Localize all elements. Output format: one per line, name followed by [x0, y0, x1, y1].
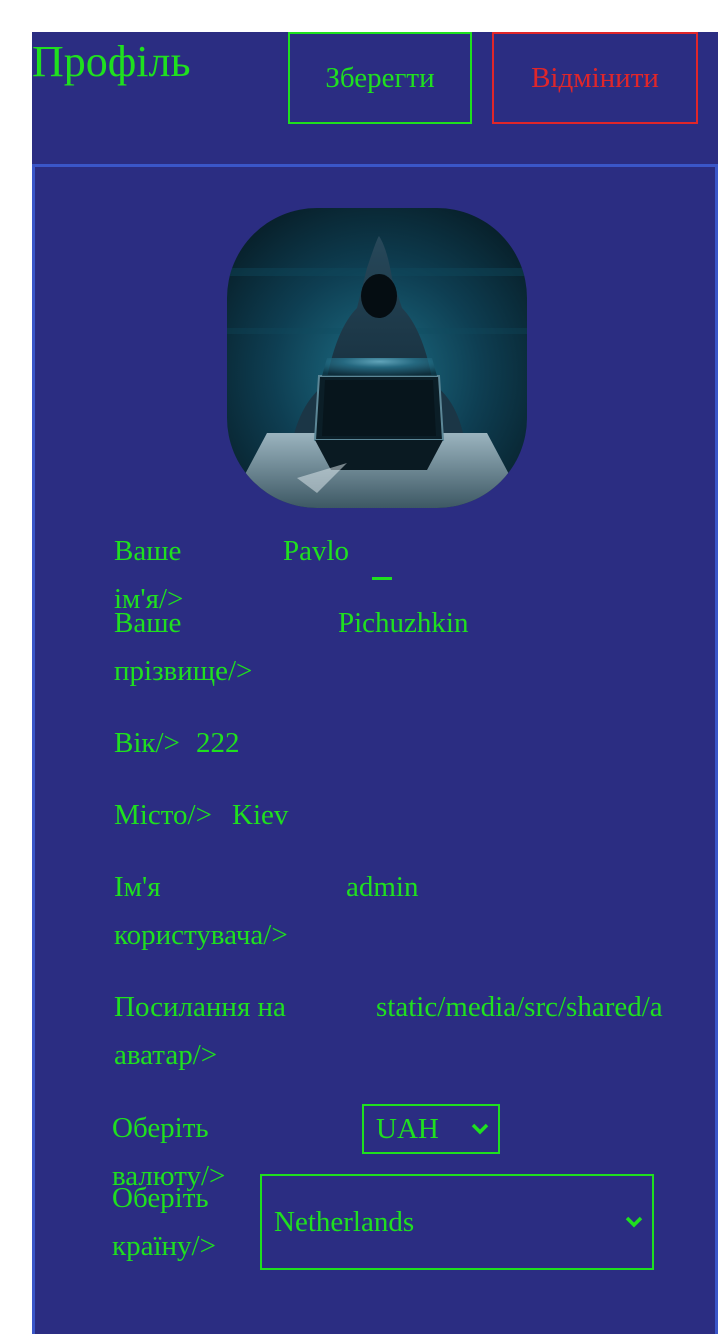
currency-value: UAH: [376, 1112, 439, 1145]
username-field[interactable]: admin: [346, 863, 419, 911]
text-cursor: [372, 577, 392, 580]
profile-header: Профіль Зберегти Відмінити: [32, 32, 718, 164]
cancel-button[interactable]: Відмінити: [492, 32, 698, 124]
first-name-field[interactable]: Pavlo: [283, 527, 349, 575]
age-label: Вік/>: [114, 727, 180, 759]
chevron-down-icon: [471, 1123, 489, 1135]
last-name-field[interactable]: Pichuzhkin: [338, 599, 469, 647]
country-label-line1: Оберіть: [112, 1182, 209, 1214]
profile-card: Ваше ім'я/> Pavlo Ваше прізвище/> Pichuz…: [32, 164, 718, 1334]
username-label-line1: Ім'я: [114, 871, 161, 903]
age-field[interactable]: 222: [196, 719, 240, 767]
country-label-line2: країну/>: [112, 1230, 216, 1262]
country-select[interactable]: Netherlands: [260, 1174, 654, 1270]
save-button[interactable]: Зберегти: [288, 32, 472, 124]
city-label: Місто/>: [114, 799, 212, 831]
chevron-down-icon: [625, 1216, 643, 1228]
last-name-label-line1: Ваше: [114, 607, 182, 639]
username-label-line2: користувача/>: [114, 919, 288, 951]
avatar-link-row: Посилання на аватар/> static/media/src/s…: [114, 983, 686, 1083]
hooded-hacker-avatar-icon: [227, 208, 527, 508]
country-value: Netherlands: [274, 1205, 415, 1238]
avatar-link-label-line2: аватар/>: [114, 1039, 218, 1071]
last-name-label-line2: прізвище/>: [114, 655, 253, 687]
currency-select[interactable]: UAH: [362, 1104, 500, 1154]
avatar: [227, 208, 527, 508]
avatar-link-label-line1: Посилання на: [114, 991, 286, 1023]
page-title: Профіль: [32, 37, 191, 86]
city-field[interactable]: Kiev: [232, 791, 288, 839]
avatar-link-field[interactable]: static/media/src/shared/a: [376, 983, 663, 1031]
